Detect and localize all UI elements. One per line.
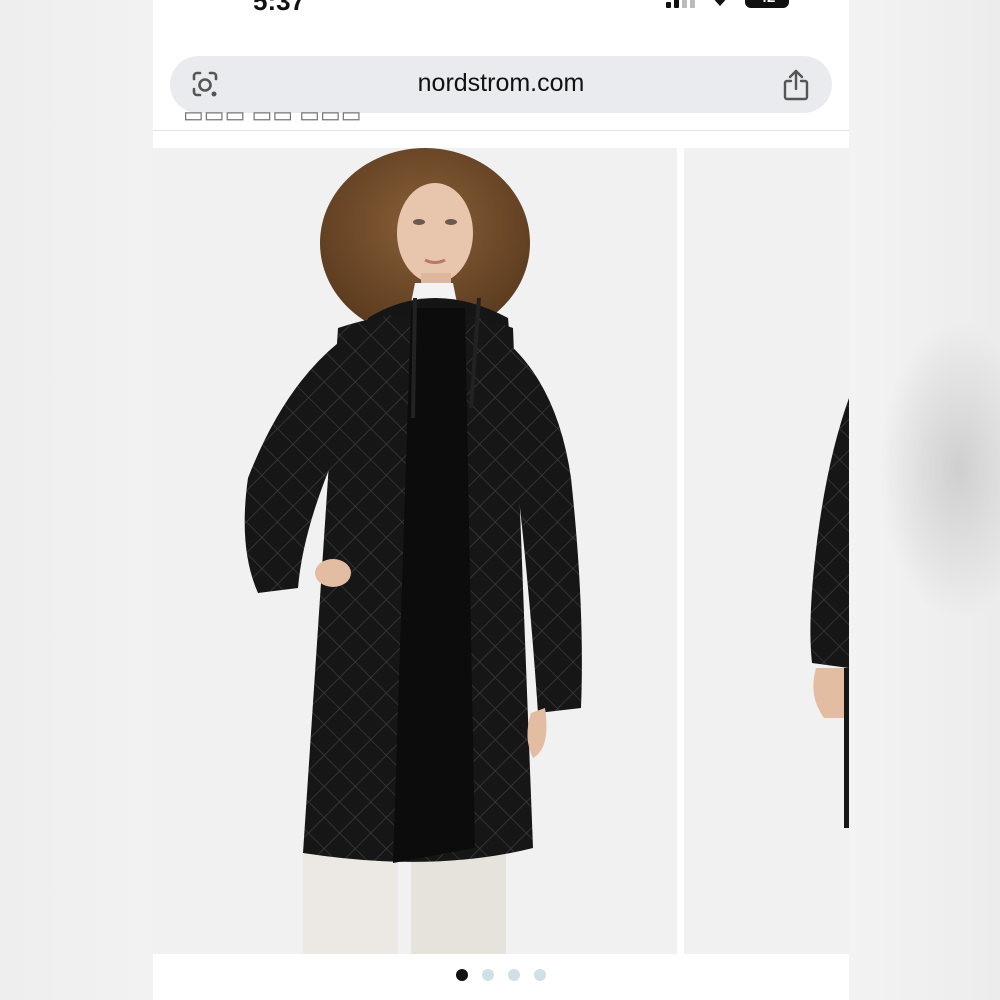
phone-screen: 5:37 42 nordstrom.com ▭▭▭ ▭▭ ▭▭▭ (153, 0, 849, 1000)
status-time: 5:37 (253, 0, 306, 16)
divider (153, 130, 849, 131)
blurred-figure (879, 320, 1000, 620)
page-dot-3[interactable] (508, 969, 520, 981)
cellular-signal-icon (666, 0, 695, 8)
blurred-backdrop-left (0, 0, 153, 1000)
price-text-cropped: ▭▭▭ ▭▭ ▭▭▭ (183, 112, 362, 127)
share-icon[interactable] (780, 68, 812, 102)
address-bar[interactable]: nordstrom.com (170, 56, 832, 113)
gallery-pagination (153, 969, 849, 981)
wifi-icon (714, 0, 726, 6)
model-coat-illustration-partial (810, 398, 849, 828)
page-dot-2[interactable] (482, 969, 494, 981)
blurred-backdrop-right (849, 0, 1000, 1000)
page-dot-4[interactable] (534, 969, 546, 981)
url-text[interactable]: nordstrom.com (170, 69, 832, 98)
battery-icon: 42 (745, 0, 789, 8)
page-dot-1[interactable] (456, 969, 468, 981)
status-icons: 42 (666, 0, 789, 8)
product-image-next[interactable] (684, 148, 849, 954)
model-coat-illustration (244, 148, 582, 954)
product-image-main[interactable] (153, 148, 677, 954)
battery-level: 42 (759, 0, 776, 6)
product-image-gallery[interactable] (153, 148, 849, 954)
